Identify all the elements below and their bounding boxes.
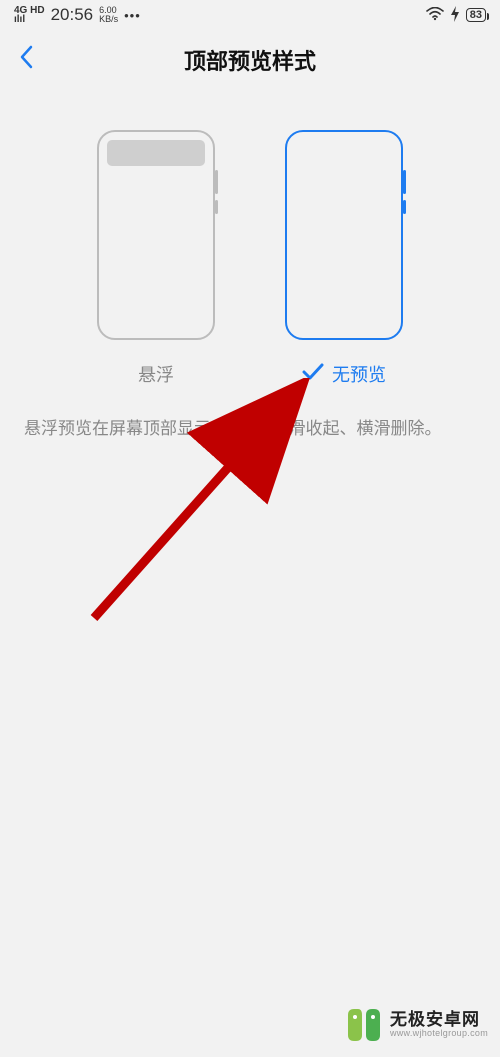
net-speed: 6.00 KB/s — [99, 6, 118, 24]
option-float[interactable]: 悬浮 — [97, 130, 215, 386]
watermark-url: www.wjhotelgroup.com — [390, 1029, 488, 1039]
preview-options: 悬浮 无预览 — [0, 130, 500, 386]
more-dots-icon: ••• — [124, 8, 141, 23]
description-text: 悬浮预览在屏幕顶部显示5秒，可上滑收起、横滑删除。 — [0, 386, 500, 442]
time: 20:56 — [51, 5, 94, 25]
phone-preview-float — [97, 130, 215, 340]
option-none[interactable]: 无预览 — [285, 130, 403, 386]
watermark-title: 无极安卓网 — [390, 1011, 488, 1030]
network-signal: 4G HD ılıl — [14, 6, 45, 24]
watermark-logo-icon — [344, 1007, 384, 1043]
watermark: 无极安卓网 www.wjhotelgroup.com — [344, 1007, 488, 1043]
status-left: 4G HD ılıl 20:56 6.00 KB/s ••• — [14, 5, 141, 25]
status-bar: 4G HD ılıl 20:56 6.00 KB/s ••• 83 — [0, 0, 500, 30]
charging-icon — [450, 6, 460, 25]
status-right: 83 — [426, 6, 486, 25]
page-title: 顶部预览样式 — [0, 44, 500, 76]
wifi-icon — [426, 7, 444, 24]
header: 顶部预览样式 — [0, 30, 500, 90]
option-label-none: 无预览 — [332, 361, 386, 387]
option-label-float: 悬浮 — [138, 361, 174, 387]
check-icon — [302, 361, 324, 387]
back-button[interactable] — [18, 44, 34, 77]
phone-preview-none — [285, 130, 403, 340]
notification-strip — [107, 140, 205, 166]
battery-indicator: 83 — [466, 8, 486, 22]
